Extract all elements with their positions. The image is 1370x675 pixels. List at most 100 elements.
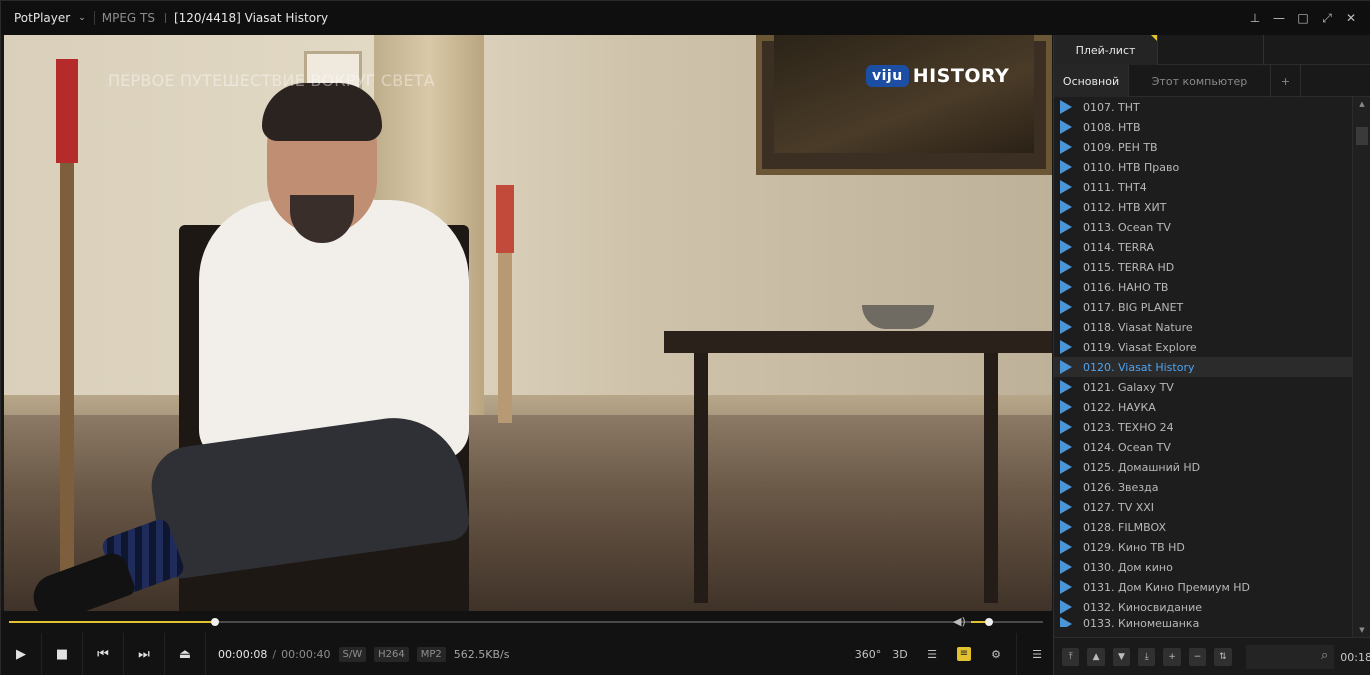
playlist-item[interactable]: 0120. Viasat History	[1054, 357, 1352, 377]
subtab-main-label: Основной	[1062, 74, 1120, 88]
play-icon	[1060, 617, 1072, 627]
playlist-item[interactable]: 0123. ТЕХНО 24	[1054, 417, 1352, 437]
playlist-item-label: 0133. Киномешанка	[1083, 617, 1200, 627]
window-title: [120/4418] Viasat History	[173, 11, 329, 25]
playlist-item[interactable]: 0107. ТНТ	[1054, 97, 1352, 117]
playlist-search-input[interactable]: ⌕	[1245, 645, 1335, 669]
subtab-this-computer[interactable]: Этот компьютер	[1129, 65, 1271, 97]
add-tab-button[interactable]: +	[1271, 65, 1301, 97]
playlist-item[interactable]: 0121. Galaxy TV	[1054, 377, 1352, 397]
tab-playlist[interactable]: Плей-лист	[1054, 35, 1158, 65]
playlist-item[interactable]: 0128. FILMBOX	[1054, 517, 1352, 537]
minus-icon: −	[1193, 652, 1202, 662]
move-bottom-button[interactable]: ⤓	[1138, 648, 1156, 666]
playlist-item-label: 0108. НТВ	[1083, 120, 1141, 134]
scroll-down-icon[interactable]: ▼	[1353, 623, 1370, 637]
move-down-button[interactable]: ▼	[1112, 648, 1131, 666]
time-total[interactable]: 00:00:40	[281, 648, 330, 661]
playlist-scrollbar[interactable]: ▲ ▼	[1352, 97, 1370, 637]
play-icon	[1060, 220, 1072, 234]
playlist-item[interactable]: 0122. НАУКА	[1054, 397, 1352, 417]
playlist-item[interactable]: 0111. ТНТ4	[1054, 177, 1352, 197]
playlist-item[interactable]: 0112. НТВ ХИТ	[1054, 197, 1352, 217]
stop-button[interactable]: ■	[42, 633, 83, 675]
playlist-item[interactable]: 0109. РЕН ТВ	[1054, 137, 1352, 157]
play-button[interactable]: ▶	[1, 633, 42, 675]
seek-handle[interactable]	[211, 618, 220, 626]
playlist-item[interactable]: 0108. НТВ	[1054, 117, 1352, 137]
menu-button[interactable]: ☰	[1021, 633, 1053, 675]
scroll-thumb[interactable]	[1356, 127, 1368, 145]
video-surface[interactable]: ПЕРВОЕ ПУТЕШЕСТВИЕ ВОКРУГ СВЕТА viju HIS…	[4, 35, 1052, 611]
decoder-badge[interactable]: S/W	[338, 646, 367, 662]
add-item-button[interactable]: +	[1163, 648, 1181, 666]
playlist-item[interactable]: 0130. Дом кино	[1054, 557, 1352, 577]
fullscreen-icon[interactable]: ⤢	[1315, 1, 1339, 35]
maximize-icon[interactable]: □	[1291, 1, 1315, 35]
volume-icon[interactable]: ◀)	[953, 615, 966, 628]
playlist-item[interactable]: 0124. Ocean TV	[1054, 437, 1352, 457]
app-menu-button[interactable]: PotPlayer ⌄	[1, 1, 86, 35]
play-icon	[1060, 560, 1072, 574]
playlist-item[interactable]: 0126. Звезда	[1054, 477, 1352, 497]
playlist-item[interactable]: 0132. Киносвидание	[1054, 597, 1352, 617]
playlist-item[interactable]: 0113. Ocean TV	[1054, 217, 1352, 237]
video-codec-badge[interactable]: H264	[374, 646, 409, 662]
move-top-button[interactable]: ⤒	[1062, 648, 1080, 666]
remove-item-button[interactable]: −	[1188, 648, 1207, 666]
sort-button[interactable]: ⇅	[1214, 648, 1232, 666]
playlist-item[interactable]: 0133. Киномешанка	[1054, 617, 1352, 627]
playlist-item-label: 0113. Ocean TV	[1083, 220, 1171, 234]
play-icon	[1060, 580, 1072, 594]
playlist-item[interactable]: 0110. НТВ Право	[1054, 157, 1352, 177]
playlist-item[interactable]: 0127. TV XXI	[1054, 497, 1352, 517]
volume-handle[interactable]	[985, 618, 993, 626]
playlist-item[interactable]: 0117. BIG PLANET	[1054, 297, 1352, 317]
subtab-main[interactable]: Основной	[1054, 65, 1129, 97]
settings-button[interactable]: ⚙	[980, 633, 1012, 675]
chapters-button[interactable]: ☰	[916, 633, 948, 675]
scene-candlestand	[498, 253, 512, 423]
subtitles-button[interactable]: ≡	[948, 633, 980, 675]
playlist-item-label: 0131. Дом Кино Премиум HD	[1083, 580, 1250, 594]
potplayer-window: PotPlayer ⌄ MPEG TS [120/4418] Viasat Hi…	[0, 0, 1370, 675]
playlist-item-label: 0116. НАНО ТВ	[1083, 280, 1169, 294]
playlist-item[interactable]: 0118. Viasat Nature	[1054, 317, 1352, 337]
channel-logo: viju HISTORY	[866, 65, 1009, 87]
playlist-item[interactable]: 0119. Viasat Explore	[1054, 337, 1352, 357]
sort-icon: ⇅	[1219, 652, 1227, 662]
play-icon	[1060, 320, 1072, 334]
chevron-down-icon: ⌄	[78, 13, 86, 23]
play-icon	[1060, 140, 1072, 154]
playlist-item-label: 0127. TV XXI	[1083, 500, 1155, 514]
minimize-icon[interactable]: —	[1267, 1, 1291, 35]
playlist-item[interactable]: 0116. НАНО ТВ	[1054, 277, 1352, 297]
play-icon	[1060, 260, 1072, 274]
playlist-item[interactable]: 0131. Дом Кино Премиум HD	[1054, 577, 1352, 597]
play-icon	[1060, 540, 1072, 554]
close-icon[interactable]: ✕	[1339, 1, 1363, 35]
vr-360-button[interactable]: 360°	[852, 633, 884, 675]
move-up-button[interactable]: ▲	[1087, 648, 1105, 666]
play-icon	[1060, 200, 1072, 214]
playlist-item-label: 0126. Звезда	[1083, 480, 1159, 494]
next-button[interactable]: ⏭	[124, 633, 165, 675]
previous-button[interactable]: ⏮	[83, 633, 124, 675]
playlist-item[interactable]: 0125. Домашний HD	[1054, 457, 1352, 477]
3d-button[interactable]: 3D	[884, 633, 916, 675]
scroll-up-icon[interactable]: ▲	[1353, 97, 1370, 111]
play-icon	[1060, 400, 1072, 414]
play-icon	[1060, 500, 1072, 514]
playlist-item[interactable]: 0114. TERRA	[1054, 237, 1352, 257]
play-icon	[1060, 520, 1072, 534]
eject-button[interactable]: ⏏	[165, 633, 206, 675]
scene-painting-canvas	[774, 35, 1034, 153]
pin-icon[interactable]: ⊥	[1243, 1, 1267, 35]
playlist-item[interactable]: 0129. Кино ТВ HD	[1054, 537, 1352, 557]
move-top-icon: ⤒	[1068, 652, 1073, 662]
playlist-item[interactable]: 0115. TERRA HD	[1054, 257, 1352, 277]
playlist-item-label: 0132. Киносвидание	[1083, 600, 1203, 614]
play-icon: ▶	[16, 646, 26, 662]
audio-codec-badge[interactable]: MP2	[416, 646, 446, 662]
playlist-item-label: 0125. Домашний HD	[1083, 460, 1201, 474]
